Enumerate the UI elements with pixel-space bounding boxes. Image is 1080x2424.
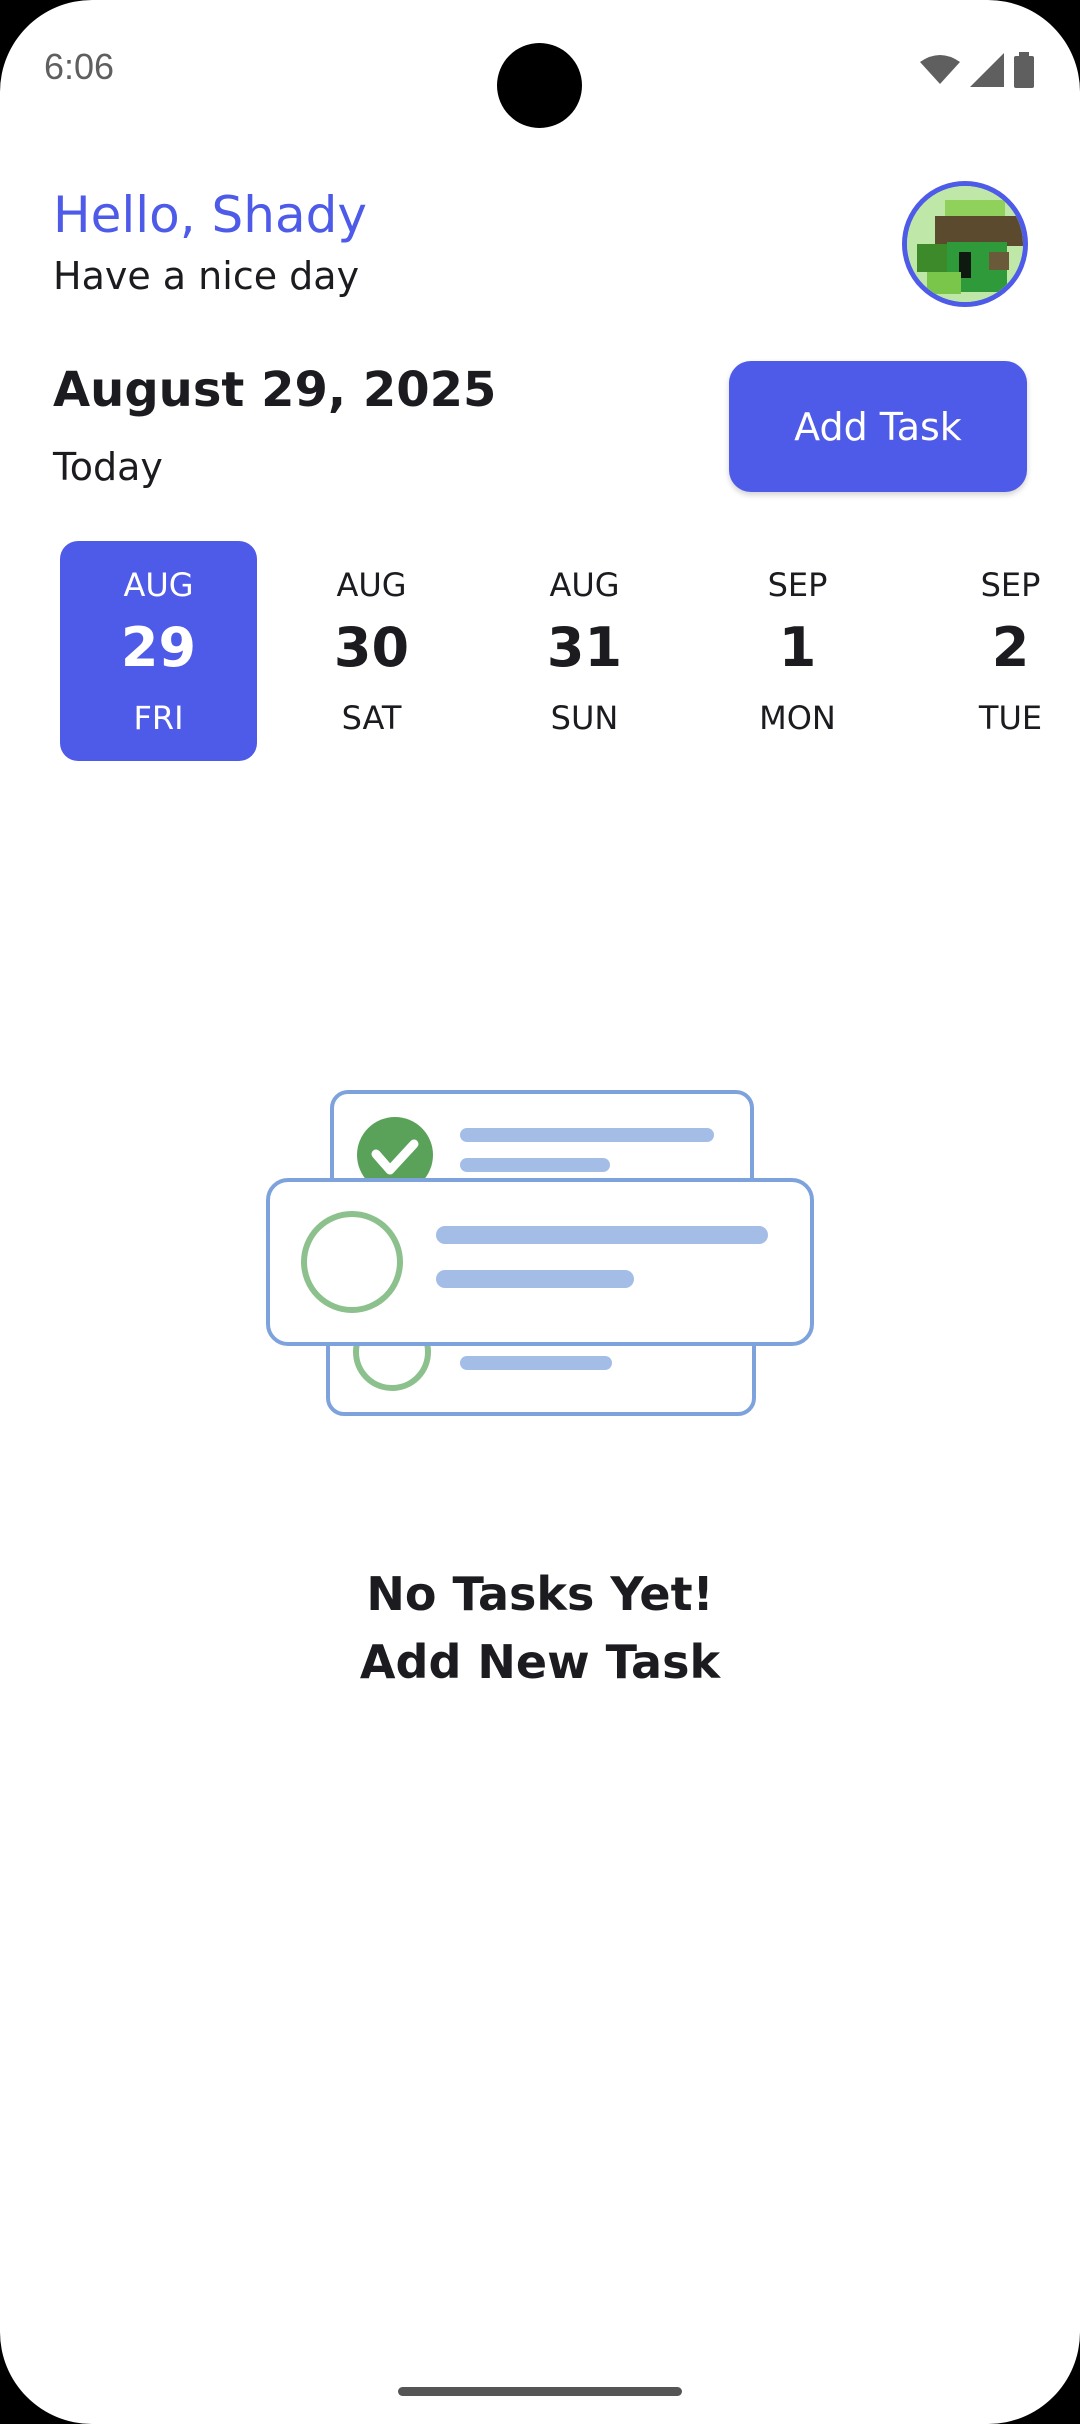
empty-tasks-illustration — [266, 1090, 814, 1416]
avatar[interactable] — [902, 181, 1028, 307]
date-day: 2 — [991, 616, 1030, 679]
date-weekday: MON — [759, 699, 836, 737]
status-icons — [920, 52, 1034, 88]
date-day: 1 — [778, 616, 817, 679]
camera-cutout — [497, 43, 582, 128]
wifi-icon — [920, 55, 960, 84]
date-item[interactable]: AUG 29 FRI — [60, 541, 257, 761]
empty-state-line2: Add New Task — [359, 1635, 721, 1689]
add-task-button[interactable]: Add Task — [729, 361, 1027, 492]
date-month: SEP — [980, 566, 1041, 604]
date-day: 30 — [333, 616, 410, 679]
date-month: AUG — [549, 566, 620, 604]
date-month: AUG — [123, 566, 194, 604]
current-date: August 29, 2025 — [53, 362, 497, 418]
date-weekday: TUE — [978, 699, 1043, 737]
date-picker[interactable]: AUG 29 FRI AUG 30 SAT AUG 31 SUN SEP 1 M… — [0, 541, 1080, 761]
empty-state-line1: No Tasks Yet! — [366, 1567, 714, 1621]
greeting: Hello, Shady — [53, 186, 367, 244]
date-item[interactable]: AUG 31 SUN — [486, 541, 683, 761]
today-label: Today — [53, 445, 163, 489]
home-indicator[interactable] — [398, 2387, 682, 2396]
date-month: SEP — [767, 566, 828, 604]
date-weekday: SAT — [341, 699, 402, 737]
date-item[interactable]: AUG 30 SAT — [273, 541, 470, 761]
date-item[interactable]: SEP 1 MON — [699, 541, 896, 761]
date-weekday: FRI — [133, 699, 184, 737]
date-item[interactable]: SEP 2 TUE — [912, 541, 1080, 761]
date-day: 31 — [546, 616, 623, 679]
battery-icon — [1014, 52, 1034, 88]
app-screen: 6:06 Hello, Shady Have a nice day August… — [0, 0, 1080, 2424]
date-weekday: SUN — [550, 699, 619, 737]
greeting-subtitle: Have a nice day — [53, 254, 360, 298]
date-month: AUG — [336, 566, 407, 604]
signal-icon — [970, 53, 1004, 87]
avatar-image — [907, 186, 1023, 302]
empty-state-message: No Tasks Yet! Add New Task — [0, 1560, 1080, 1696]
status-time: 6:06 — [44, 46, 115, 87]
date-day: 29 — [120, 616, 197, 679]
